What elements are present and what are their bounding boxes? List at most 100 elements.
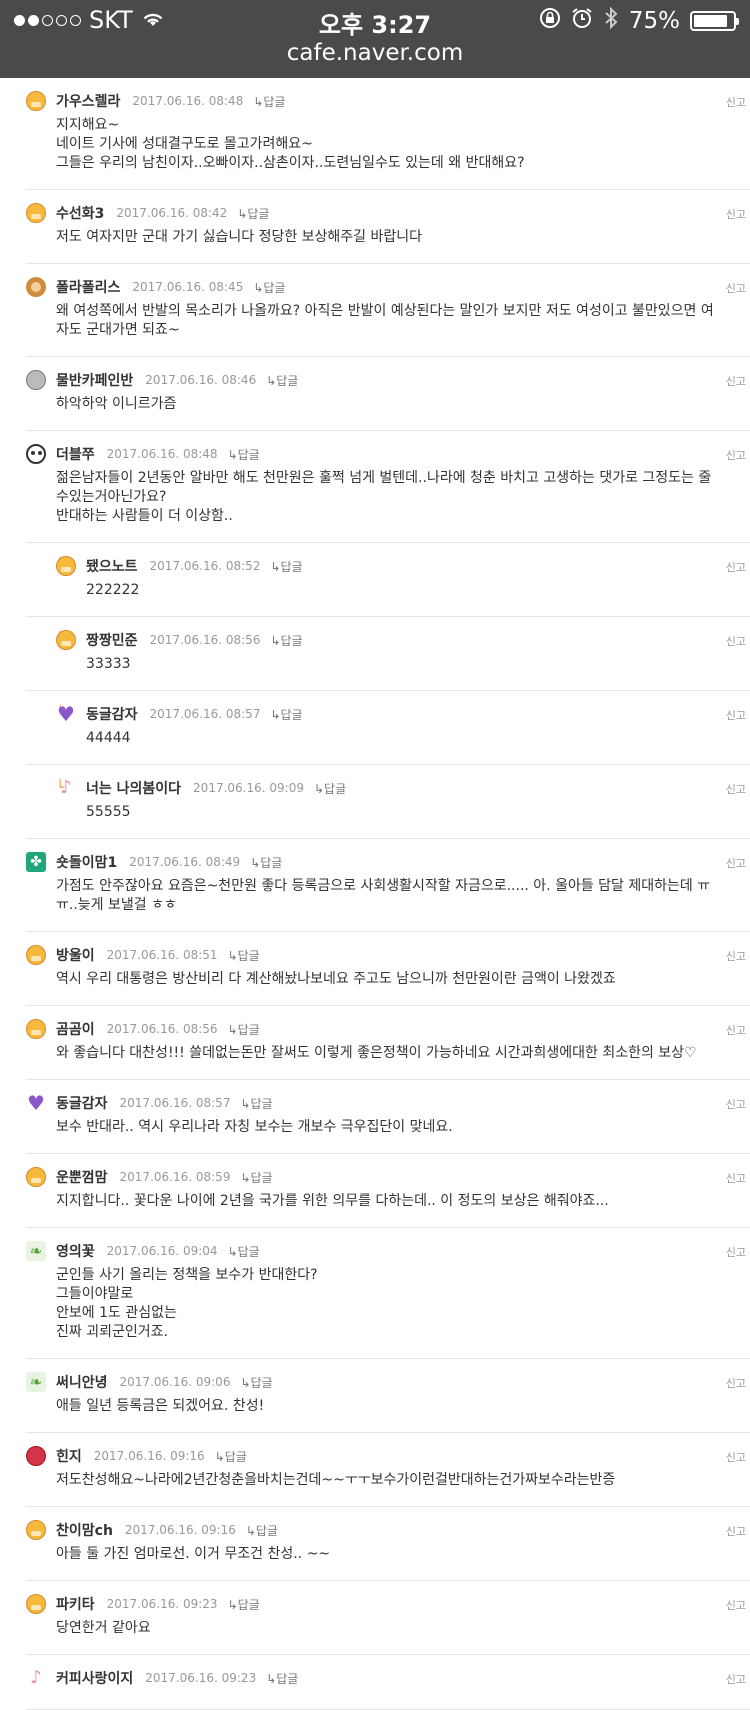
reply-button[interactable]: ↳답글 [228,947,260,964]
browser-top-bar: SKT 오후 3:27 75% cafe.naver.com [0,0,750,78]
address-bar-url[interactable]: cafe.naver.com [0,40,750,66]
report-button[interactable]: 신고 [726,1244,746,1260]
reply-button[interactable]: ↳답글 [228,1021,260,1038]
comment-author[interactable]: 힌지 [56,1446,82,1466]
comment-author[interactable]: 커피사랑이지 [56,1668,133,1688]
report-button[interactable]: 신고 [726,1597,746,1613]
comment-author[interactable]: 짱짱민준 [86,630,138,650]
report-button[interactable]: 신고 [726,280,746,296]
report-button[interactable]: 신고 [726,633,746,649]
comment-date: 2017.06.16. 09:23 [106,1597,218,1611]
comment-author[interactable]: 물반카페인반 [56,370,133,390]
report-button[interactable]: 신고 [726,447,746,463]
comment-author[interactable]: 방울이 [56,945,95,965]
avatar-icon[interactable]: ❧ [26,1372,46,1392]
avatar-icon[interactable]: ✤ [26,852,46,872]
report-button[interactable]: 신고 [726,1170,746,1186]
report-button[interactable]: 신고 [726,855,746,871]
reply-button[interactable]: ↳답글 [253,93,285,110]
avatar-icon[interactable] [26,1594,46,1614]
comment-header: 폴라폴리스 2017.06.16. 08:45 ↳답글 [26,276,750,298]
avatar-icon[interactable] [26,1167,46,1187]
comment-author[interactable]: 폴라폴리스 [56,277,120,297]
avatar-icon[interactable] [26,1520,46,1540]
reply-button[interactable]: ↳답글 [240,1374,272,1391]
avatar-icon[interactable] [26,444,46,464]
avatar-icon[interactable] [26,277,46,297]
report-button[interactable]: 신고 [726,1523,746,1539]
reply-button[interactable]: ↳답글 [270,558,302,575]
comment-text: 지지해요~ 네이트 기사에 성대결구도로 몰고가려해요~ 그들은 우리의 남친이… [56,117,525,171]
comment-author[interactable]: 됐으노트 [86,556,138,576]
reply-button[interactable]: ↳답글 [250,854,282,871]
comment-text: 역시 우리 대통령은 방산비리 다 계산해놨나보네요 주고도 남으니까 천만원이… [56,971,616,987]
comment-item: 더블쭈 2017.06.16. 08:48 ↳답글 신고 젊은남자들이 2년동안 알바만… [26,431,750,543]
comment-author[interactable]: 가우스렐라 [56,91,120,111]
comment-date: 2017.06.16. 08:42 [116,206,228,220]
reply-comment: └됐으노트2017.06.16. 08:52↳답글신고222222 [26,543,750,617]
comment-text: 저도 여자지만 군대 가기 싫습니다 정당한 보상해주길 바랍니다 [56,229,423,245]
avatar-icon[interactable] [26,1019,46,1039]
comment-header: ♥ 동글감자 2017.06.16. 08:57 ↳답글 [26,1092,750,1114]
reply-button[interactable]: ↳답글 [246,1522,278,1539]
reply-button[interactable]: ↳답글 [270,632,302,649]
comment-author[interactable]: 찬이맘ch [56,1520,113,1540]
comment-header: 곰곰이 2017.06.16. 08:56 ↳답글 [26,1018,750,1040]
avatar-icon[interactable] [26,203,46,223]
reply-button[interactable]: ↳답글 [240,1169,272,1186]
comment-author[interactable]: 영의꽃 [56,1241,95,1261]
avatar-icon[interactable] [26,945,46,965]
comment-author[interactable]: 써니안녕 [56,1372,108,1392]
reply-button[interactable]: ↳답글 [228,1243,260,1260]
reply-button[interactable]: ↳답글 [237,205,269,222]
comment-header: ♥ 동글감자 2017.06.16. 08:57 ↳답글 [56,703,750,725]
report-button[interactable]: 신고 [726,206,746,222]
comment-date: 2017.06.16. 08:57 [149,707,261,721]
report-button[interactable]: 신고 [726,559,746,575]
comment-author[interactable]: 운뿐껌맘 [56,1167,108,1187]
comment-author[interactable]: 수선화3 [56,203,104,223]
report-button[interactable]: 신고 [726,94,746,110]
avatar-icon[interactable]: ♥ [26,1093,46,1113]
avatar-icon[interactable] [26,1446,46,1466]
comment-author[interactable]: 숏돌이맘1 [56,852,117,872]
reply-button[interactable]: ↳답글 [228,446,260,463]
report-button[interactable]: 신고 [726,1449,746,1465]
report-button[interactable]: 신고 [726,1022,746,1038]
avatar-icon[interactable] [26,91,46,111]
comment-author[interactable]: 파키타 [56,1594,95,1614]
avatar-icon[interactable]: ♪ [26,1668,46,1688]
avatar-icon[interactable]: ♪ [56,778,76,798]
comment-text: 아들 둘 가진 엄마로선. 이거 무조건 찬성.. ~~ [56,1546,331,1562]
reply-button[interactable]: ↳답글 [266,372,298,389]
reply-button[interactable]: ↳답글 [270,706,302,723]
report-button[interactable]: 신고 [726,948,746,964]
comment-text: 하악하악 이니르가즘 [56,396,177,412]
comment-author[interactable]: 동글감자 [86,704,138,724]
report-button[interactable]: 신고 [726,1671,746,1687]
reply-button[interactable]: ↳답글 [253,279,285,296]
report-button[interactable]: 신고 [726,373,746,389]
avatar-icon[interactable] [56,630,76,650]
reply-button[interactable]: ↳답글 [215,1448,247,1465]
reply-button[interactable]: ↳답글 [240,1095,272,1112]
battery-icon [690,11,739,31]
comment-author[interactable]: 너는 나의봄이다 [86,778,181,798]
avatar-icon[interactable] [56,556,76,576]
comment-author[interactable]: 곰곰이 [56,1019,95,1039]
report-button[interactable]: 신고 [726,707,746,723]
comment-text: 지지합니다.. 꽃다운 나이에 2년을 국가를 위한 의무를 다하는데.. 이 … [56,1193,609,1209]
report-button[interactable]: 신고 [726,781,746,797]
report-button[interactable]: 신고 [726,1375,746,1391]
comment-author[interactable]: 더블쭈 [56,444,95,464]
reply-button[interactable]: ↳답글 [228,1596,260,1613]
avatar-icon[interactable] [26,370,46,390]
avatar-icon[interactable]: ❧ [26,1241,46,1261]
avatar-icon[interactable]: ♥ [56,704,76,724]
report-button[interactable]: 신고 [726,1096,746,1112]
comment-text: 33333 [86,656,131,672]
reply-button[interactable]: ↳답글 [266,1670,298,1687]
reply-button[interactable]: ↳답글 [314,780,346,797]
alarm-icon [571,7,593,35]
comment-author[interactable]: 동글감자 [56,1093,108,1113]
